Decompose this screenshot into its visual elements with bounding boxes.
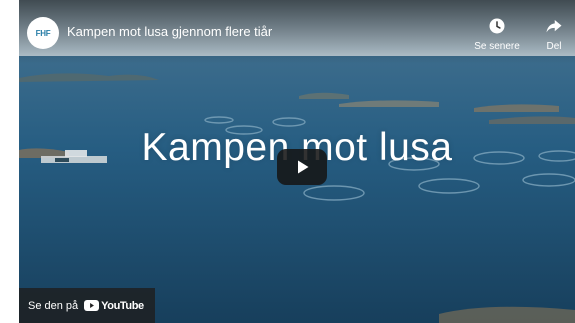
watch-on-label: Se den på: [28, 299, 79, 312]
share-button[interactable]: Del: [524, 17, 575, 52]
video-player[interactable]: FHF Kampen mot lusa gjennom flere tiår S…: [19, 0, 575, 323]
watch-later-button[interactable]: Se senere: [467, 17, 527, 52]
youtube-icon: [84, 300, 100, 311]
channel-logo-text: FHF: [35, 28, 51, 38]
watch-on-youtube-button[interactable]: Se den på YouTube: [19, 288, 155, 323]
youtube-logo: YouTube: [84, 300, 144, 312]
play-button[interactable]: [277, 149, 327, 185]
video-title[interactable]: Kampen mot lusa gjennom flere tiår: [67, 24, 272, 39]
watch-later-label: Se senere: [474, 41, 520, 52]
play-icon: [292, 157, 312, 177]
clock-icon: [488, 17, 506, 35]
channel-avatar[interactable]: FHF: [27, 17, 59, 49]
youtube-wordmark: YouTube: [101, 299, 144, 312]
share-label: Del: [546, 41, 562, 52]
share-arrow-icon: [545, 17, 563, 35]
